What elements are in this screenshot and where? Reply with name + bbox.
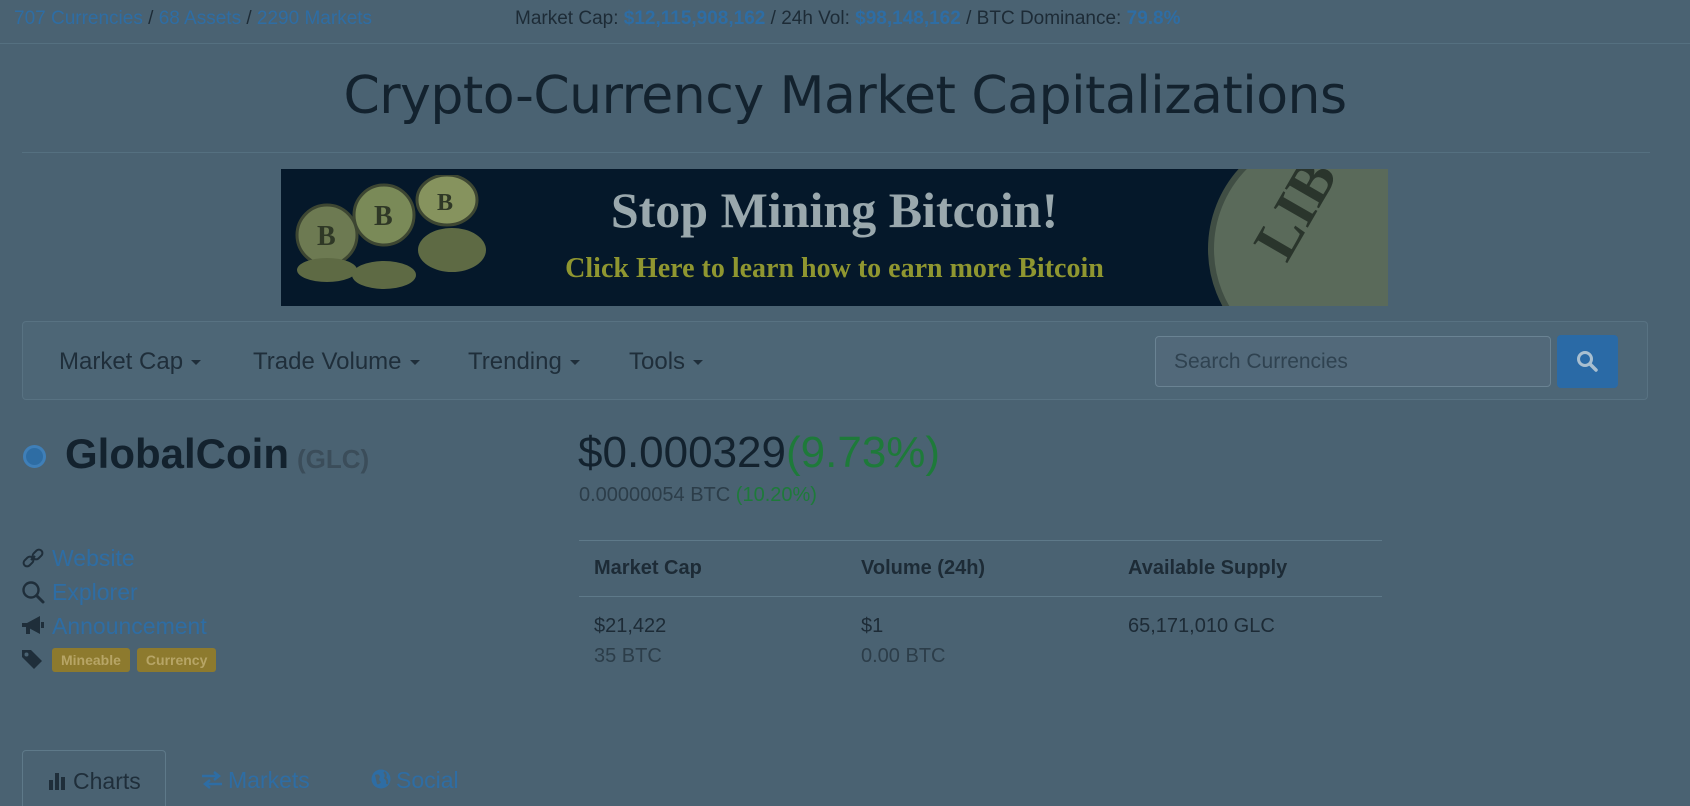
banner-subline: Click Here to learn how to earn more Bit… (565, 253, 1104, 284)
tab-markets[interactable]: Markets (176, 750, 334, 806)
search-icon (1577, 351, 1598, 372)
link-icon (22, 548, 44, 568)
stats-separator: / (148, 8, 154, 29)
announcement-link-row: Announcement (20, 609, 223, 643)
volume-label: / 24h Vol: (770, 8, 850, 29)
price-change: (9.73%) (786, 428, 941, 477)
coin-stats-table: Market Cap Volume (24h) Available Supply… (579, 540, 1382, 671)
tags-icon (22, 650, 42, 669)
dominance-value: 79.8% (1126, 8, 1181, 29)
bullhorn-icon (22, 616, 44, 634)
assets-link[interactable]: 68 Assets (159, 8, 241, 29)
header-supply: Available Supply (1113, 540, 1382, 597)
tag-currency: Currency (136, 648, 217, 672)
page-title: Crypto-Currency Market Capitalizations (343, 66, 1347, 126)
coin-symbol: (GLC) (297, 444, 370, 474)
volume-cell: $1 0.00 BTC (846, 597, 1113, 672)
banner-ad[interactable]: B B B LIB Stop Mining Bitcoin! Click Her… (281, 169, 1388, 306)
dominance-label: / BTC Dominance: (966, 8, 1122, 29)
market-cap-cell: $21,422 35 BTC (579, 597, 846, 672)
caret-down-icon (191, 360, 202, 366)
tab-social-label: Social (396, 767, 459, 793)
search-input[interactable] (1155, 336, 1551, 387)
stats-separator: / (246, 8, 252, 29)
global-stats-bar: 707 Currencies / 68 Assets / 2290 Market… (0, 0, 1690, 44)
market-cap-btc: 35 BTC (594, 645, 662, 667)
market-cap-usd: $21,422 (594, 615, 667, 637)
nav-trending-label: Trending (468, 348, 562, 375)
currencies-link[interactable]: 707 Currencies (14, 8, 143, 29)
price-usd: $0.000329(9.73%) (578, 428, 940, 478)
tab-charts-label: Charts (73, 768, 141, 794)
explorer-link[interactable]: Explorer (52, 579, 138, 606)
nav-trade-volume-label: Trade Volume (253, 348, 402, 375)
website-link-row: Website (20, 541, 223, 575)
volume-value: $98,148,162 (855, 8, 961, 29)
main-navbar: Market Cap Trade Volume Trending Tools (22, 321, 1648, 400)
coin-tabs: Charts Markets Social (22, 750, 1668, 806)
search-icon (22, 581, 45, 604)
price-usd-value: $0.000329 (578, 428, 786, 477)
stats-counts: 707 Currencies / 68 Assets / 2290 Market… (14, 8, 372, 30)
supply-cell: 65,171,010 GLC (1113, 597, 1382, 672)
market-cap-label: Market Cap: (515, 8, 619, 29)
bar-chart-icon (49, 773, 65, 790)
coin-links: Website Explorer Announcement Mineable C… (20, 541, 223, 677)
btc-change: (10.20%) (735, 484, 817, 506)
tab-social[interactable]: Social (346, 750, 483, 806)
coin-logo-icon (23, 445, 46, 468)
table-row: $21,422 35 BTC $1 0.00 BTC 65,171,010 GL… (579, 597, 1382, 672)
caret-down-icon (693, 360, 704, 366)
volume-usd: $1 (861, 615, 884, 637)
announcement-link[interactable]: Announcement (52, 613, 207, 640)
header-volume: Volume (24h) (846, 540, 1113, 597)
nav-tools[interactable]: Tools (629, 348, 704, 376)
explorer-link-row: Explorer (20, 575, 223, 609)
available-supply: 65,171,010 GLC (1128, 615, 1275, 637)
caret-down-icon (569, 360, 580, 366)
nav-trade-volume[interactable]: Trade Volume (253, 348, 420, 376)
search-button[interactable] (1557, 335, 1618, 388)
table-header-row: Market Cap Volume (24h) Available Supply (579, 540, 1382, 597)
markets-link[interactable]: 2290 Markets (257, 8, 372, 29)
nav-tools-label: Tools (629, 348, 686, 375)
globe-icon (371, 769, 391, 789)
nav-market-cap[interactable]: Market Cap (59, 348, 202, 376)
nav-trending[interactable]: Trending (468, 348, 580, 376)
website-link[interactable]: Website (52, 545, 135, 572)
price-btc: 0.00000054 BTC (10.20%) (579, 484, 817, 507)
banner-headline: Stop Mining Bitcoin! (610, 182, 1059, 238)
coin-title: GlobalCoin (GLC) (65, 430, 369, 478)
tags-row: Mineable Currency (20, 643, 223, 677)
stats-totals: Market Cap: $12,115,908,162 / 24h Vol: $… (515, 8, 1181, 30)
caret-down-icon (409, 360, 420, 366)
divider (22, 152, 1650, 153)
nav-market-cap-label: Market Cap (59, 348, 184, 375)
price-btc-value: 0.00000054 BTC (579, 484, 731, 506)
market-cap-value: $12,115,908,162 (623, 8, 766, 29)
exchange-arrows-icon (202, 771, 222, 789)
tab-charts[interactable]: Charts (22, 750, 166, 806)
tab-markets-label: Markets (228, 767, 310, 793)
header-market-cap: Market Cap (579, 540, 846, 597)
volume-btc: 0.00 BTC (861, 645, 946, 667)
coin-name: GlobalCoin (65, 430, 289, 477)
tag-mineable: Mineable (52, 648, 130, 672)
